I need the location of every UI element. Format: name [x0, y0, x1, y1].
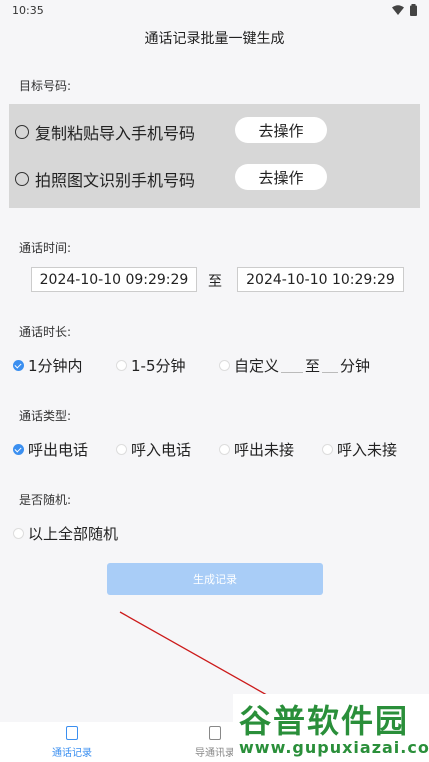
watermark: 谷普软件园 www.gupuxiazai.com	[233, 694, 429, 762]
annotation-arrow	[119, 611, 379, 751]
watermark-url: www.gupuxiazai.com	[239, 738, 429, 757]
watermark-title: 谷普软件园	[239, 702, 410, 740]
